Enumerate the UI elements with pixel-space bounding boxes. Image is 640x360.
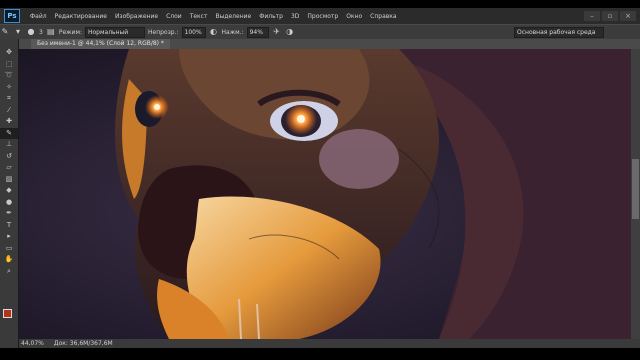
mode-select[interactable]: Нормальный [85, 26, 145, 38]
toolbox: ✥ ⬚ ➰ ✧ ⌗ ⁄ ✚ ✎ ⊥ ↺ ▱ ▨ ◆ ● ✒ T ▸ ▭ ✋ ⌕ [0, 39, 19, 348]
chevron-down-icon[interactable]: ▾ [13, 27, 23, 37]
brush-tool-icon[interactable]: ✎ [0, 27, 10, 37]
clone-stamp-icon[interactable]: ⊥ [0, 139, 18, 151]
pen-icon[interactable]: ✒ [0, 208, 18, 220]
hand-icon[interactable]: ✋ [0, 254, 18, 266]
healing-icon[interactable]: ✚ [0, 116, 18, 128]
scrollbar-thumb[interactable] [632, 159, 639, 219]
document-size: Док: 36,6М/367,6М [53, 340, 113, 347]
shape-icon[interactable]: ▭ [0, 243, 18, 255]
history-brush-icon[interactable]: ↺ [0, 151, 18, 163]
workspace-select[interactable]: Основная рабочая среда [514, 26, 604, 38]
status-bar: 44,07% Док: 36,6М/367,6М [19, 339, 640, 348]
minimize-icon[interactable]: – [584, 11, 600, 21]
options-bar: ✎ ▾ ● 3 ▤ Режим: Нормальный Непрозр.: 10… [0, 24, 640, 40]
menu-window[interactable]: Окно [342, 13, 366, 20]
mode-label: Режим: [58, 28, 82, 36]
menu-filter[interactable]: Фильтр [255, 13, 287, 20]
marquee-icon[interactable]: ⬚ [0, 59, 18, 71]
flow-label: Нажм.: [221, 28, 244, 36]
zoom-icon[interactable]: ⌕ [0, 266, 18, 278]
canvas[interactable] [19, 49, 631, 339]
menu-select[interactable]: Выделение [211, 13, 255, 20]
lasso-icon[interactable]: ➰ [0, 70, 18, 82]
photoshop-logo: Ps [4, 9, 20, 23]
brush-size-value: 3 [39, 28, 43, 36]
type-icon[interactable]: T [0, 220, 18, 232]
close-icon[interactable]: × [620, 11, 636, 21]
menu-3d[interactable]: 3D [287, 13, 303, 20]
pressure-size-icon[interactable]: ◑ [285, 27, 295, 37]
painting-artwork [115, 49, 631, 339]
maximize-icon[interactable]: ▫ [602, 11, 618, 21]
window-controls: – ▫ × [584, 11, 640, 21]
vertical-scrollbar[interactable] [631, 49, 640, 339]
menu-layers[interactable]: Слои [162, 13, 186, 20]
airbrush-icon[interactable]: ✈ [272, 27, 282, 37]
gradient-icon[interactable]: ▨ [0, 174, 18, 186]
letterbox-top [0, 0, 640, 8]
brush-icon[interactable]: ✎ [0, 127, 18, 139]
eyedropper-icon[interactable]: ⁄ [0, 105, 18, 117]
move-icon[interactable]: ✥ [0, 47, 18, 59]
flow-field[interactable]: 94% [246, 26, 269, 38]
foreground-color-swatch[interactable] [3, 309, 12, 318]
eraser-icon[interactable]: ▱ [0, 162, 18, 174]
letterbox-bottom [0, 348, 640, 360]
document-tab[interactable]: Без имени-1 @ 44,1% (Слой 12, RGB/8) * [31, 39, 170, 49]
brush-preset-icon[interactable]: ● [26, 27, 36, 37]
quick-select-icon[interactable]: ✧ [0, 82, 18, 94]
menu-view[interactable]: Просмотр [303, 13, 342, 20]
path-select-icon[interactable]: ▸ [0, 231, 18, 243]
menu-file[interactable]: Файл [26, 13, 51, 20]
pressure-opacity-icon[interactable]: ◐ [209, 27, 219, 37]
opacity-field[interactable]: 100% [181, 26, 206, 38]
menu-bar: Ps Файл Редактирование Изображение Слои … [0, 8, 640, 24]
menu-type[interactable]: Текст [186, 13, 212, 20]
blur-icon[interactable]: ◆ [0, 185, 18, 197]
menu-help[interactable]: Справка [366, 13, 400, 20]
crop-icon[interactable]: ⌗ [0, 93, 18, 105]
dodge-icon[interactable]: ● [0, 197, 18, 209]
brush-panel-icon[interactable]: ▤ [46, 27, 56, 37]
menu-edit[interactable]: Редактирование [51, 13, 111, 20]
zoom-level[interactable]: 44,07% [21, 340, 44, 347]
menu-image[interactable]: Изображение [111, 13, 162, 20]
opacity-label: Непрозр.: [148, 28, 179, 36]
document-tab-bar: Без имени-1 @ 44,1% (Слой 12, RGB/8) * [19, 39, 640, 49]
